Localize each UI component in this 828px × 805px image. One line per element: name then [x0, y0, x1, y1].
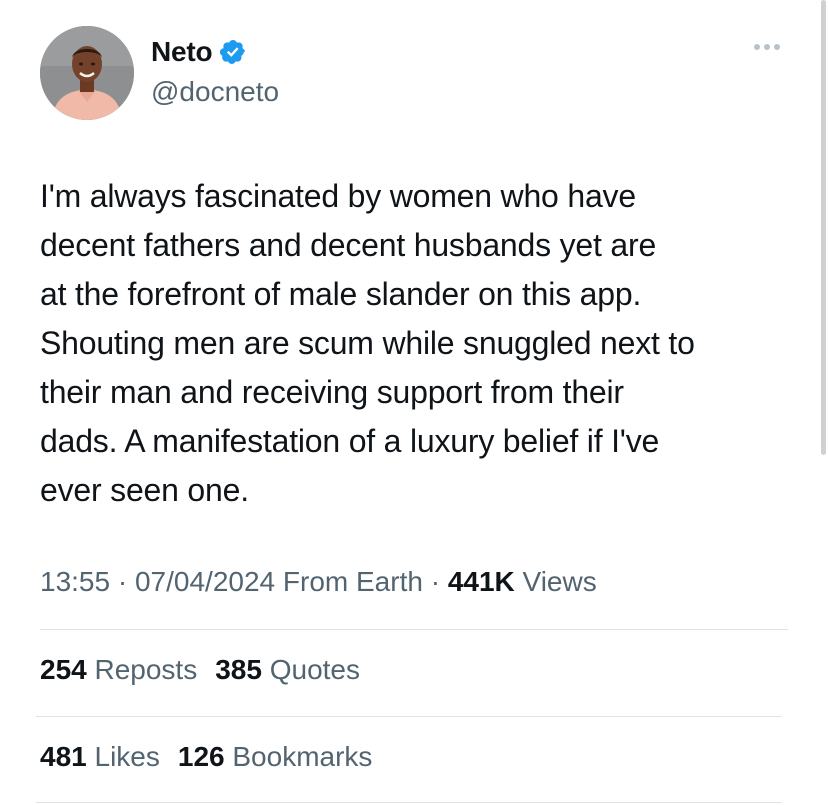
tweet-meta: 13:55 · 07/04/2024 From Earth · 441K Vie…: [40, 566, 597, 598]
tweet-text-line: at the forefront of male slander on this…: [40, 276, 642, 312]
reposts-link[interactable]: 254 Reposts: [40, 654, 197, 686]
avatar-photo: [40, 26, 134, 120]
stats-row-reposts-quotes: 254 Reposts 385 Quotes: [40, 654, 360, 686]
more-horizontal-icon[interactable]: [752, 38, 782, 56]
stats-row-likes-bookmarks: 481 Likes 126 Bookmarks: [40, 741, 372, 773]
quotes-label: Quotes: [261, 654, 360, 685]
reposts-count: 254: [40, 654, 87, 685]
tweet-date[interactable]: 07/04/2024: [135, 566, 275, 597]
tweet-text-line: I'm always fascinated by women who have: [40, 178, 636, 214]
tweet-text-line: Shouting men are scum while snuggled nex…: [40, 325, 695, 361]
divider: [36, 802, 782, 803]
divider: [36, 716, 782, 717]
tweet-text-line: dads. A manifestation of a luxury belief…: [40, 423, 660, 459]
likes-count: 481: [40, 741, 87, 772]
bookmarks-link[interactable]: 126 Bookmarks: [178, 741, 373, 773]
author-name[interactable]: Neto: [151, 36, 213, 68]
divider: [40, 629, 788, 630]
bookmarks-label: Bookmarks: [224, 741, 373, 772]
tweet-source: From Earth: [275, 566, 423, 597]
meta-separator: ·: [422, 566, 448, 597]
tweet-text: I'm always fascinated by women who have …: [40, 172, 800, 515]
more-dot: [764, 44, 770, 50]
tweet-text-line: decent fathers and decent husbands yet a…: [40, 227, 657, 263]
verified-badge-icon: [220, 40, 246, 64]
likes-link[interactable]: 481 Likes: [40, 741, 160, 773]
reposts-label: Reposts: [86, 654, 198, 685]
quotes-link[interactable]: 385 Quotes: [215, 654, 360, 686]
author-handle[interactable]: @docneto: [151, 76, 279, 108]
scrollbar[interactable]: [821, 0, 826, 455]
meta-separator: ·: [110, 566, 135, 597]
tweet-time[interactable]: 13:55: [40, 566, 110, 597]
bookmarks-count: 126: [177, 741, 225, 772]
likes-label: Likes: [86, 741, 160, 772]
views-count: 441K: [447, 566, 515, 597]
quotes-count: 385: [215, 654, 262, 685]
views-label: Views: [514, 566, 597, 597]
more-dot: [754, 44, 760, 50]
tweet-text-line: ever seen one.: [40, 472, 249, 508]
avatar[interactable]: [40, 26, 134, 120]
author-name-row[interactable]: Neto: [151, 36, 247, 68]
tweet-text-line: their man and receiving support from the…: [40, 374, 624, 410]
more-dot: [774, 44, 780, 50]
